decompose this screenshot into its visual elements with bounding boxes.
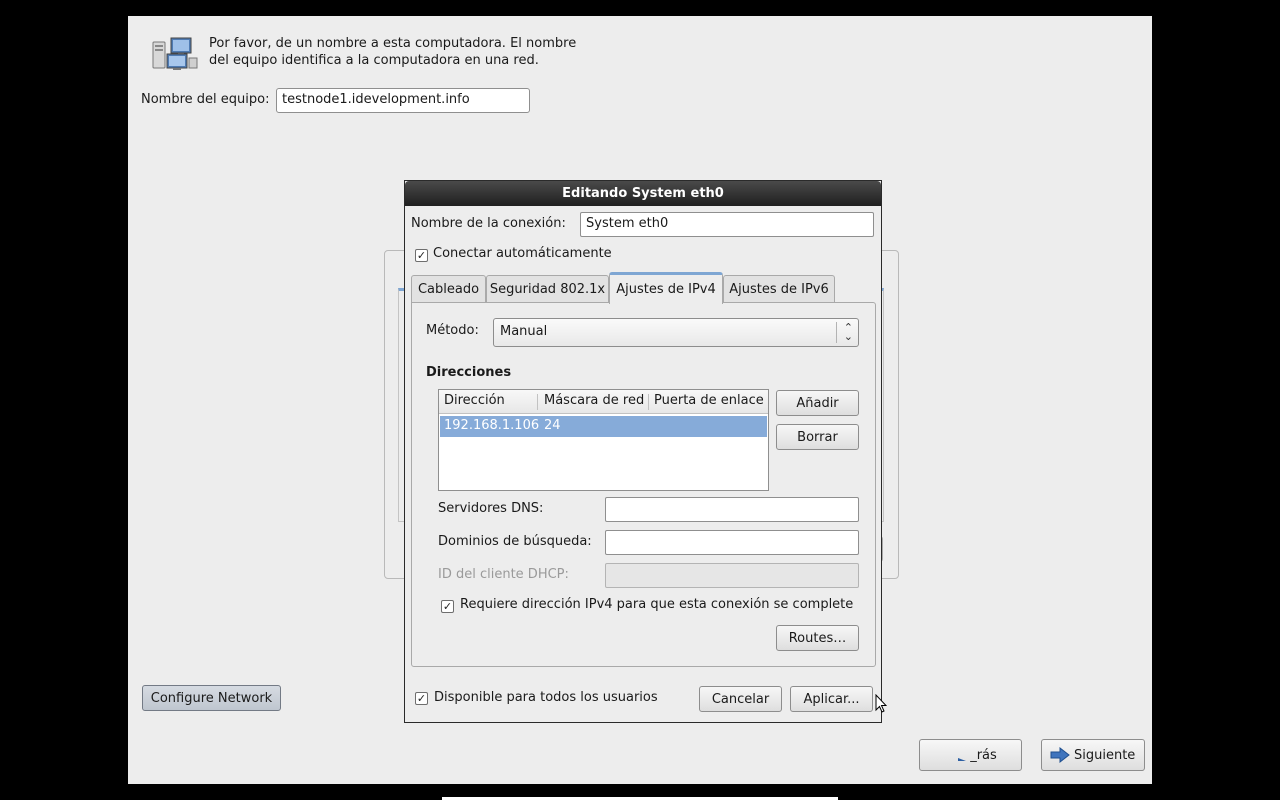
configure-network-button[interactable]: Configure Network <box>142 685 281 711</box>
header-gateway[interactable]: Puerta de enlace <box>654 393 764 408</box>
header-separator <box>648 394 649 410</box>
cell-netmask[interactable]: 24 <box>544 418 561 433</box>
add-address-button[interactable]: Añadir <box>776 390 859 416</box>
table-row[interactable]: 192.168.1.106 24 <box>440 416 767 437</box>
all-users-checkbox[interactable]: ✓ <box>415 692 428 705</box>
next-button-label: Siguiente <box>1074 747 1136 763</box>
auto-connect-label: Conectar automáticamente <box>433 246 612 261</box>
combo-separator <box>836 322 837 343</box>
dns-servers-input[interactable] <box>605 497 859 522</box>
intro-line-2: del equipo identifica a la computadora e… <box>209 53 539 68</box>
addresses-table[interactable]: Dirección Máscara de red Puerta de enlac… <box>438 389 769 491</box>
header-separator <box>537 394 538 410</box>
delete-address-button[interactable]: Borrar <box>776 424 859 450</box>
auto-connect-checkbox[interactable]: ✓ <box>415 249 428 262</box>
table-header: Dirección Máscara de red Puerta de enlac… <box>439 390 768 414</box>
addresses-heading: Direcciones <box>426 365 512 380</box>
method-select[interactable]: Manual ⌃ ⌄ <box>493 318 859 347</box>
hostname-label: Nombre del equipo: <box>141 92 270 107</box>
dhcp-client-id-input <box>605 563 859 588</box>
search-domains-label: Dominios de búsqueda: <box>438 534 592 549</box>
cell-address[interactable]: 192.168.1.106 <box>444 418 539 433</box>
back-button-label: _rás <box>970 747 997 763</box>
mouse-pointer-icon <box>875 694 887 713</box>
back-button[interactable]: _rás <box>919 739 1022 771</box>
require-ipv4-label: Requiere dirección IPv4 para que esta co… <box>460 597 854 612</box>
all-users-label: Disponible para todos los usuarios <box>434 690 658 705</box>
method-label: Método: <box>426 323 479 338</box>
updown-chevron-icon: ⌃ ⌄ <box>843 321 853 343</box>
header-netmask[interactable]: Máscara de red <box>544 393 644 408</box>
network-computers-icon <box>152 37 198 70</box>
edit-connection-dialog: Editando System eth0 Nombre de la conexi… <box>404 180 882 723</box>
cancel-button[interactable]: Cancelar <box>699 686 782 712</box>
connection-name-label: Nombre de la conexión: <box>411 216 566 231</box>
back-arrow-icon <box>958 758 967 761</box>
tab-ipv6-settings[interactable]: Ajustes de IPv6 <box>723 275 835 303</box>
hostname-input[interactable]: testnode1.idevelopment.info <box>276 88 530 113</box>
search-domains-input[interactable] <box>605 530 859 555</box>
forward-arrow-icon <box>1050 747 1070 763</box>
routes-button[interactable]: Routes… <box>776 625 859 651</box>
apply-button[interactable]: Aplicar... <box>790 686 873 712</box>
tab-ipv4-settings[interactable]: Ajustes de IPv4 <box>609 272 723 304</box>
next-button[interactable]: Siguiente <box>1041 739 1145 771</box>
dhcp-client-id-label: ID del cliente DHCP: <box>438 567 569 582</box>
intro-line-1: Por favor, de un nombre a esta computado… <box>209 36 577 51</box>
dns-servers-label: Servidores DNS: <box>438 501 544 516</box>
connection-name-input[interactable]: System eth0 <box>580 212 874 237</box>
header-address[interactable]: Dirección <box>444 393 505 408</box>
require-ipv4-checkbox[interactable]: ✓ <box>441 600 454 613</box>
method-value: Manual <box>500 324 548 339</box>
intro-text: Por favor, de un nombre a esta computado… <box>209 35 609 69</box>
tab-8021x-security[interactable]: Seguridad 802.1x <box>486 275 609 303</box>
dialog-title: Editando System eth0 <box>405 181 881 206</box>
tab-wired[interactable]: Cableado <box>411 275 486 303</box>
